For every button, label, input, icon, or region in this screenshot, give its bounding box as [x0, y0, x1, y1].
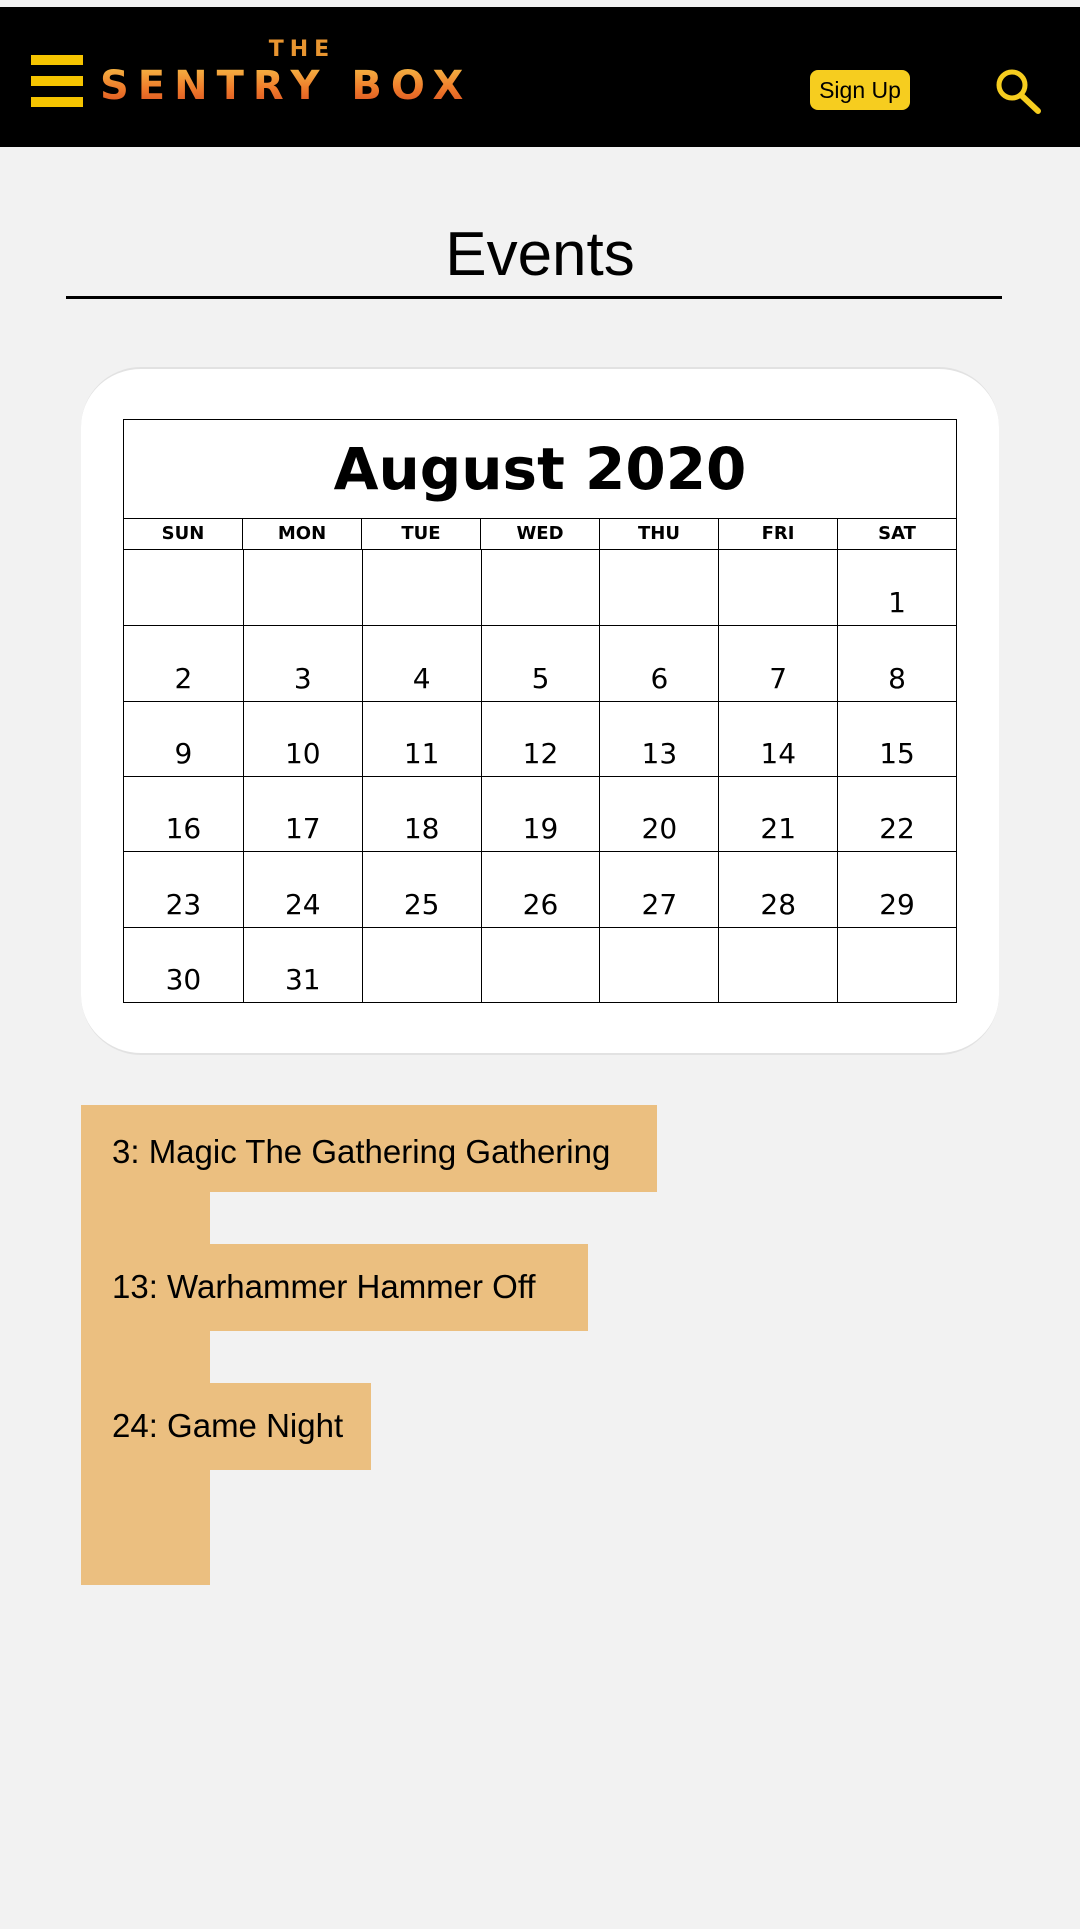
calendar-day-cell: [480, 550, 600, 626]
calendar-day-number: 1: [888, 586, 906, 620]
calendar-day-cell: 2: [124, 625, 243, 700]
hamburger-menu-icon[interactable]: [31, 55, 83, 107]
calendar-day-cell: 18: [361, 776, 481, 852]
calendar-day-cell: 1: [837, 550, 956, 626]
calendar-day-cell: 24: [242, 851, 362, 927]
calendar-day-number: 12: [522, 737, 559, 770]
calendar-day-number: 14: [760, 737, 797, 770]
calendar-day-cell: 17: [242, 776, 362, 852]
calendar-day-cell: [718, 550, 837, 626]
calendar-weekday-header: SUN MON TUE WED THU FRI SAT: [124, 519, 956, 550]
calendar-day-cell: 26: [480, 851, 600, 927]
calendar-day-cell: 11: [361, 700, 481, 776]
logo-the-text: THE: [268, 37, 336, 62]
calendar-day-cell: [361, 926, 481, 1002]
calendar-day-number: 18: [403, 812, 440, 846]
calendar-day-number: 26: [522, 887, 559, 921]
calendar-day-cell: [599, 550, 718, 626]
weekday-label: SAT: [837, 519, 956, 549]
calendar-day-cell: [124, 550, 243, 625]
calendar-day-cell: 27: [599, 851, 719, 927]
calendar-day-cell: 10: [242, 700, 362, 776]
calendar-day-cell: 28: [718, 851, 838, 927]
calendar-day-cell: 4: [361, 625, 481, 701]
calendar-day-cell: 29: [837, 851, 956, 927]
calendar-day-cell: 6: [599, 625, 719, 701]
sentry-box-logo[interactable]: THE SENTRY BOX: [100, 37, 505, 117]
top-navigation-bar: THE SENTRY BOX Sign Up: [0, 7, 1080, 147]
calendar-day-number: 15: [879, 737, 915, 770]
calendar-day-cell: 25: [361, 851, 481, 927]
calendar-day-number: 8: [888, 661, 906, 695]
calendar-day-cell: [480, 926, 600, 1002]
calendar-day-number: 19: [522, 812, 559, 846]
weekday-label: WED: [480, 519, 599, 549]
calendar-day-cell: [718, 926, 838, 1002]
weekday-label: FRI: [718, 519, 837, 549]
event-item-magic[interactable]: 3: Magic The Gathering Gathering: [112, 1132, 610, 1172]
calendar-day-number: 16: [165, 812, 202, 846]
search-icon[interactable]: [993, 67, 1043, 117]
weekday-label: TUE: [361, 519, 480, 549]
page-title: Events: [445, 220, 635, 289]
calendar-day-number: 24: [284, 887, 321, 921]
calendar-day-number: 25: [403, 887, 440, 921]
calendar-day-number: 28: [760, 887, 797, 921]
calendar-day-cell: 5: [480, 625, 600, 701]
calendar-day-cell: 7: [718, 625, 838, 701]
event-item-game-night[interactable]: 24: Game Night: [112, 1406, 343, 1446]
calendar-day-number: 9: [174, 737, 193, 770]
calendar-day-number: 10: [284, 737, 321, 770]
calendar-image: August 2020 SUN MON TUE WED THU FRI SAT 123456…: [123, 419, 957, 1003]
calendar-day-number: 7: [769, 661, 788, 695]
calendar-day-number: 31: [284, 963, 321, 996]
calendar-day-cell: 16: [124, 776, 243, 851]
calendar-day-cell: 23: [124, 851, 243, 926]
calendar-day-number: 23: [165, 887, 202, 921]
calendar-day-cell: 21: [718, 776, 838, 852]
calendar-day-cell: 8: [837, 625, 956, 701]
calendar-day-cell: 31: [242, 926, 362, 1002]
calendar-day-cell: 14: [718, 700, 838, 776]
calendar-day-number: 5: [531, 661, 550, 695]
weekday-label: SUN: [161, 523, 205, 544]
calendar-day-number: 29: [879, 887, 915, 921]
calendar-day-cell: 30: [124, 926, 243, 1002]
calendar-day-cell: 15: [837, 700, 956, 776]
calendar-day-number: 30: [165, 963, 202, 996]
calendar-day-grid: 1 2 3 4 5 6 7 8 9 10 11 12 13 14 15 16 17 18 19 20 21 22 23 24 2…: [124, 550, 956, 1002]
sign-up-button[interactable]: Sign Up: [810, 70, 910, 110]
calendar-day-cell: [361, 550, 481, 626]
calendar-day-cell: [242, 550, 362, 626]
calendar-day-cell: 22: [837, 776, 956, 852]
calendar-day-number: 3: [293, 661, 312, 695]
calendar-day-number: 21: [760, 812, 797, 846]
calendar-day-cell: [599, 926, 719, 1002]
calendar-day-cell: 19: [480, 776, 600, 852]
event-item-warhammer[interactable]: 13: Warhammer Hammer Off: [112, 1267, 536, 1307]
calendar-day-cell: 20: [599, 776, 719, 852]
title-divider: [66, 296, 1002, 299]
weekday-label: MON: [242, 519, 361, 549]
calendar-day-number: 13: [641, 737, 678, 770]
calendar-day-number: 22: [879, 812, 915, 846]
calendar-day-number: 17: [284, 812, 321, 846]
calendar-day-number: 4: [412, 661, 431, 695]
calendar-day-number: 6: [650, 661, 669, 695]
calendar-day-cell: 13: [599, 700, 719, 776]
calendar-month-title: August 2020: [124, 420, 956, 519]
weekday-label: THU: [599, 519, 718, 549]
calendar-day-cell: [837, 926, 956, 1002]
calendar-day-number: 27: [641, 887, 678, 921]
calendar-day-cell: 9: [124, 700, 243, 776]
calendar-day-cell: 3: [242, 625, 362, 701]
calendar-day-cell: 12: [480, 700, 600, 776]
calendar-day-number: 20: [641, 812, 678, 846]
calendar-day-number: 2: [174, 661, 193, 695]
logo-main-text: SENTRY BOX: [100, 61, 505, 111]
calendar-day-number: 11: [403, 737, 440, 770]
